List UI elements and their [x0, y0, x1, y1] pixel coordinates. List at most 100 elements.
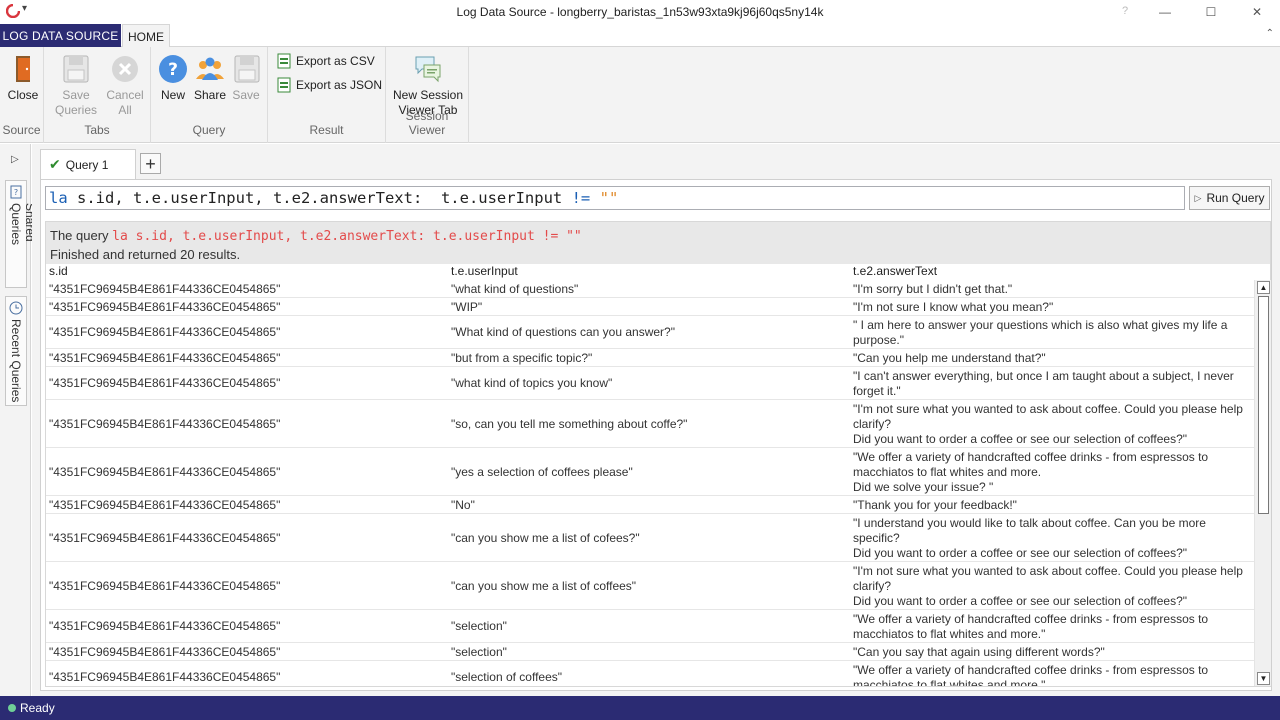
cell-user-input: "What kind of questions can you answer?"	[451, 325, 675, 339]
tab-query-1[interactable]: ✔ Query 1	[40, 149, 136, 179]
close-button-label: Close	[7, 88, 39, 102]
group-result: Export as CSV Export as JSON Result	[268, 47, 386, 143]
ribbon: Close Source Save Queries Cancel All Tab…	[0, 47, 1280, 143]
share-button[interactable]: Share	[192, 53, 228, 103]
cell-user-input: "what kind of questions"	[451, 281, 579, 296]
group-session-viewer: New Session Viewer Tab Session Viewer	[386, 47, 469, 143]
table-row[interactable]: "4351FC96945B4E861F44336CE0454865" "can y…	[46, 562, 1254, 610]
cell-answer-text: "I'm sorry but I didn't get that."	[853, 281, 1013, 296]
cell-user-input: "WIP"	[451, 299, 483, 314]
side-panel: ▷ ? Shared Queries Recent Queries	[0, 144, 37, 696]
result-prefix: The query	[50, 228, 113, 243]
cell-s-id: "4351FC96945B4E861F44336CE0454865"	[49, 299, 281, 314]
cell-s-id: "4351FC96945B4E861F44336CE0454865"	[49, 325, 281, 339]
cell-s-id: "4351FC96945B4E861F44336CE0454865"	[49, 281, 281, 296]
share-people-icon	[196, 57, 224, 80]
maximize-button[interactable]: ☐	[1188, 0, 1234, 24]
ribbon-tab-strip: LOG DATA SOURCE HOME ⌃	[0, 24, 1280, 48]
status-dot-icon	[8, 704, 16, 712]
expand-panel-icon[interactable]: ▷	[11, 154, 19, 165]
result-panel: The query la s.id, t.e.userInput, t.e2.a…	[45, 221, 1271, 687]
cell-answer-text: " I am here to answer your questions whi…	[853, 317, 1228, 347]
cancel-all-button[interactable]: Cancel All	[104, 53, 146, 118]
save-queries-label-2: Queries	[54, 103, 98, 117]
run-query-button[interactable]: ▷ Run Query	[1189, 186, 1270, 210]
new-query-button[interactable]: ? New	[157, 53, 189, 103]
save-button[interactable]: Save	[231, 53, 261, 103]
save-queries-button[interactable]: Save Queries	[52, 53, 100, 118]
shared-queries-tab[interactable]: ? Shared Queries	[5, 180, 37, 288]
cell-s-id: "4351FC96945B4E861F44336CE0454865"	[49, 644, 281, 659]
close-window-button[interactable]: ✕	[1234, 0, 1280, 24]
cell-user-input: "No"	[451, 497, 475, 512]
column-header-answer-text[interactable]: t.e2.answerText	[853, 264, 937, 280]
save-queries-label-1: Save	[62, 88, 90, 102]
group-label-tabs: Tabs	[84, 123, 110, 137]
run-triangle-icon: ▷	[1194, 192, 1202, 203]
table-row[interactable]: "4351FC96945B4E861F44336CE0454865" "WIP" "…	[46, 298, 1254, 316]
group-label-query: Query	[192, 123, 226, 137]
new-query-label: New	[160, 88, 185, 102]
recent-queries-label: Recent Queries	[9, 319, 23, 403]
table-row[interactable]: "4351FC96945B4E861F44336CE0454865" "yes a…	[46, 448, 1254, 496]
group-label-session-viewer: Session Viewer	[405, 109, 449, 137]
query-operator: !=	[571, 189, 591, 207]
cell-s-id: "4351FC96945B4E861F44336CE0454865"	[49, 416, 281, 431]
group-label-source: Source	[2, 123, 41, 137]
export-json-button[interactable]: Export as JSON	[277, 75, 382, 95]
cell-s-id: "4351FC96945B4E861F44336CE0454865"	[49, 578, 281, 593]
column-header-s-id[interactable]: s.id	[49, 264, 68, 280]
table-row[interactable]: "4351FC96945B4E861F44336CE0454865" "selec…	[46, 643, 1254, 661]
session-viewer-chat-icon	[415, 56, 441, 83]
vertical-scrollbar[interactable]: ▲ ▼	[1254, 280, 1271, 686]
json-file-icon	[277, 77, 291, 93]
checkmark-icon: ✔	[49, 156, 61, 172]
cell-user-input: "can you show me a list of cofees?"	[451, 530, 640, 545]
result-query-text: la s.id, t.e.userInput, t.e2.answerText:…	[112, 229, 582, 244]
cell-s-id: "4351FC96945B4E861F44336CE0454865"	[49, 376, 281, 390]
result-query-line: The query la s.id, t.e.userInput, t.e2.a…	[50, 228, 1270, 247]
table-row[interactable]: "4351FC96945B4E861F44336CE0454865" "can y…	[46, 514, 1254, 562]
add-query-tab-button[interactable]: +	[140, 153, 161, 174]
cell-answer-text: "Thank you for your feedback!"	[853, 497, 1017, 512]
save-label: Save	[232, 88, 260, 102]
table-row[interactable]: "4351FC96945B4E861F44336CE0454865" "selec…	[46, 610, 1254, 643]
query-string-literal: ""	[599, 189, 619, 207]
table-row[interactable]: "4351FC96945B4E861F44336CE0454865" "so, c…	[46, 400, 1254, 448]
tab-home[interactable]: HOME	[122, 24, 170, 48]
cancel-all-label-1: Cancel	[106, 88, 144, 102]
table-row[interactable]: "4351FC96945B4E861F44336CE0454865" "but f…	[46, 349, 1254, 367]
table-row[interactable]: "4351FC96945B4E861F44336CE0454865" "what …	[46, 280, 1254, 298]
cell-user-input: "selection of coffees"	[451, 670, 563, 684]
table-row[interactable]: "4351FC96945B4E861F44336CE0454865" "what …	[46, 367, 1254, 400]
column-header-user-input[interactable]: t.e.userInput	[451, 264, 518, 280]
group-query: ? New Share Save Query	[151, 47, 268, 143]
title-bar: ▾ Log Data Source - longberry_baristas_1…	[0, 0, 1280, 24]
group-tabs: Save Queries Cancel All Tabs	[44, 47, 151, 143]
svg-text:?: ?	[14, 188, 18, 197]
cancel-all-icon	[112, 56, 138, 82]
table-row[interactable]: "4351FC96945B4E861F44336CE0454865" "No" "T…	[46, 496, 1254, 514]
cell-s-id: "4351FC96945B4E861F44336CE0454865"	[49, 670, 281, 684]
scroll-up-icon[interactable]: ▲	[1257, 281, 1270, 294]
close-button[interactable]: Close	[4, 53, 42, 103]
cell-s-id: "4351FC96945B4E861F44336CE0454865"	[49, 530, 281, 545]
table-row[interactable]: "4351FC96945B4E861F44336CE0454865" "selec…	[46, 661, 1254, 687]
cell-user-input: "can you show me a list of coffees"	[451, 578, 637, 593]
export-csv-button[interactable]: Export as CSV	[277, 51, 375, 71]
result-header: The query la s.id, t.e.userInput, t.e2.a…	[46, 222, 1270, 264]
cell-user-input: "selection"	[451, 619, 507, 633]
scroll-thumb[interactable]	[1258, 296, 1269, 514]
query-input[interactable]: la s.id, t.e.userInput, t.e2.answerText:…	[45, 186, 1185, 210]
table-row[interactable]: "4351FC96945B4E861F44336CE0454865" "What …	[46, 316, 1254, 349]
minimize-button[interactable]: —	[1142, 0, 1188, 24]
main-area: ✔ Query 1 + la s.id, t.e.userInput, t.e2…	[32, 144, 1280, 696]
scroll-down-icon[interactable]: ▼	[1257, 672, 1270, 685]
close-door-icon	[16, 56, 30, 82]
collapse-ribbon-icon[interactable]: ⌃	[1266, 28, 1274, 39]
tab-log-data-source[interactable]: LOG DATA SOURCE	[0, 24, 121, 47]
query-space	[590, 189, 599, 207]
recent-queries-tab[interactable]: Recent Queries	[5, 296, 27, 406]
help-button[interactable]: ?	[1122, 5, 1128, 17]
save-disk-icon	[234, 55, 260, 83]
